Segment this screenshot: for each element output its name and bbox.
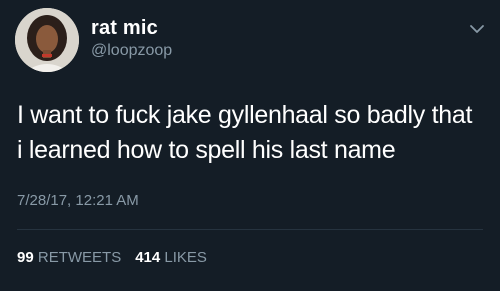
chevron-down-icon[interactable] [468,22,486,36]
likes-count: 414 [135,249,161,266]
display-name[interactable]: rat mic [91,17,158,40]
tweet-text-line: i learned how to spell his last name [17,136,396,164]
tweet-timestamp[interactable]: 7/28/17, 12:21 AM [17,192,139,209]
retweets-label: RETWEETS [37,249,122,266]
tweet-stats: 99 RETWEETS 414 LIKES [17,249,207,266]
tweet-text: I want to fuck jake gyllenhaal so badly … [17,98,493,168]
retweets-stat[interactable]: 99 RETWEETS [17,249,121,266]
avatar-image [15,8,79,72]
avatar[interactable] [15,8,79,72]
user-handle[interactable]: @loopzoop [91,42,172,60]
likes-stat[interactable]: 414 LIKES [135,249,207,266]
likes-label: LIKES [164,249,207,266]
divider [17,229,483,230]
tweet-text-line: I want to fuck jake gyllenhaal so badly … [17,101,473,129]
retweets-count: 99 [17,249,34,266]
